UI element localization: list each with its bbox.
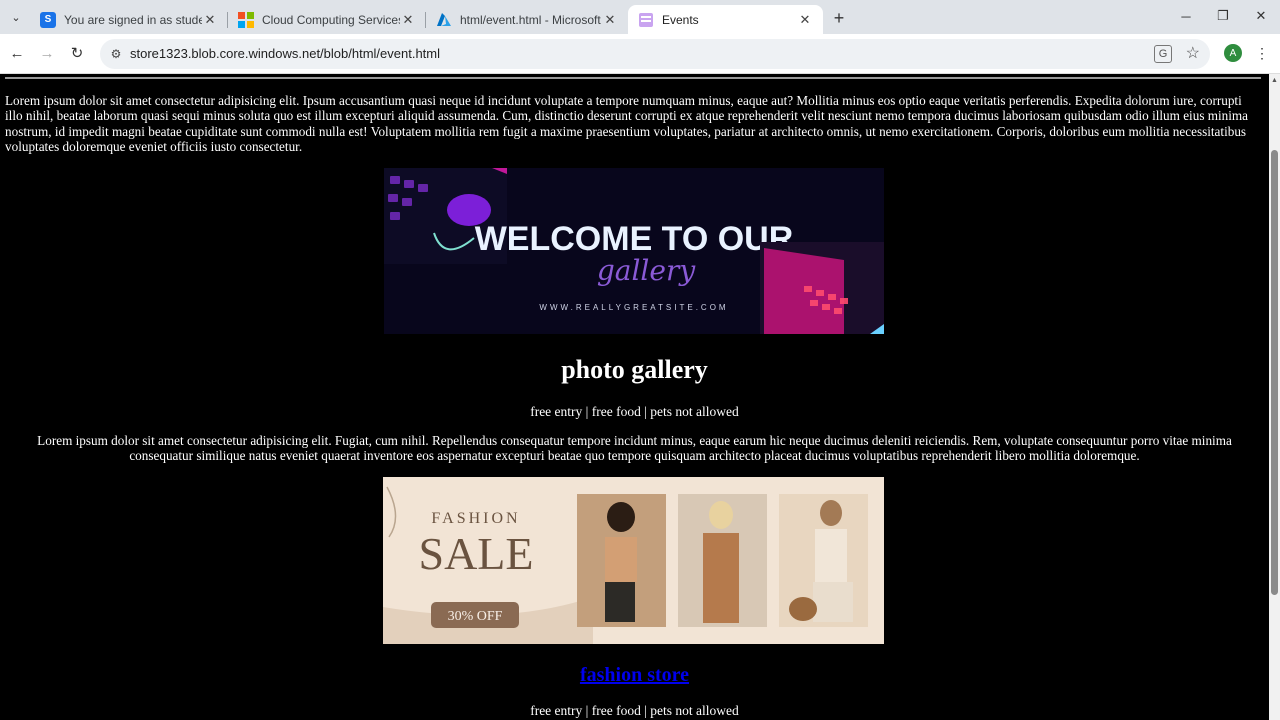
profile-avatar[interactable]: A (1224, 44, 1242, 62)
microsoft-logo-icon (238, 11, 254, 28)
tab-azure-event[interactable]: html/event.html - Microsoft Azi ✕ (426, 5, 628, 34)
menu-kebab-icon[interactable]: ⋮ (1255, 44, 1269, 62)
divider (5, 77, 1261, 79)
forward-icon[interactable]: → (36, 42, 58, 64)
tab-strip: ⌄ S You are signed in as student ✕ Cloud… (0, 0, 1280, 34)
back-icon[interactable]: ← (6, 42, 28, 64)
gallery-paragraph: Lorem ipsum dolor sit amet consectetur a… (37, 433, 1232, 464)
banner-fashion-word: FASHION (431, 510, 520, 527)
fashion-sale-banner-image: FASHION SALE 30% OFF (383, 477, 884, 644)
close-icon[interactable]: ✕ (202, 12, 218, 28)
vertical-scrollbar[interactable]: ▲ (1269, 74, 1280, 720)
bookmark-star-icon[interactable]: ☆ (1186, 43, 1200, 63)
translate-icon[interactable]: G (1154, 45, 1172, 63)
window-close-icon[interactable]: ✕ (1249, 6, 1273, 26)
url-text[interactable]: store1323.blob.core.windows.net/blob/htm… (130, 46, 440, 61)
restore-icon[interactable]: ❐ (1211, 6, 1235, 26)
tab-title: Cloud Computing Services | Mic (262, 12, 400, 27)
address-bar[interactable]: ⚙ store1323.blob.core.windows.net/blob/h… (100, 39, 1210, 69)
banner-script: gallery (597, 254, 696, 287)
gallery-title: photo gallery (561, 355, 708, 384)
close-icon[interactable]: ✕ (797, 12, 813, 28)
page-viewport: Lorem ipsum dolor sit amet consectetur a… (0, 74, 1269, 720)
azure-logo-icon (436, 12, 452, 28)
intro-paragraph: Lorem ipsum dolor sit amet consectetur a… (5, 93, 1249, 155)
tab-search-icon[interactable]: ⌄ (6, 7, 26, 27)
tab-signed-in[interactable]: S You are signed in as student ✕ (30, 5, 228, 34)
scroll-up-arrow-icon[interactable]: ▲ (1271, 76, 1278, 84)
browser-toolbar: ← → ↻ ⚙ store1323.blob.core.windows.net/… (0, 34, 1280, 74)
site-info-icon[interactable]: ⚙ (108, 46, 124, 62)
minimize-icon[interactable]: ─ (1174, 6, 1198, 26)
close-icon[interactable]: ✕ (602, 12, 618, 28)
fashion-store-heading: fashion store (0, 664, 1269, 687)
fashion-info: free entry | free food | pets not allowe… (530, 703, 739, 718)
banner-site: WWW.REALLYGREATSITE.COM (539, 303, 728, 312)
gallery-info: free entry | free food | pets not allowe… (530, 404, 739, 419)
banner-headline: WELCOME TO OUR (475, 220, 794, 258)
new-tab-button[interactable]: + (829, 8, 849, 28)
tab-title: html/event.html - Microsoft Azi (460, 12, 602, 27)
tab-title: Events (662, 12, 699, 27)
fashion-store-link[interactable]: fashion store (580, 664, 689, 686)
banner-sale-word: SALE (419, 528, 534, 579)
close-icon[interactable]: ✕ (400, 12, 416, 28)
tab-events[interactable]: Events ✕ (628, 5, 823, 34)
page-icon (638, 12, 654, 28)
banner-discount-badge: 30% OFF (448, 609, 503, 624)
scrollbar-thumb[interactable] (1271, 150, 1278, 595)
reload-icon[interactable]: ↻ (66, 42, 88, 64)
browser-chrome: ⌄ S You are signed in as student ✕ Cloud… (0, 0, 1280, 74)
s-brand-icon: S (40, 11, 56, 28)
tab-title: You are signed in as student (64, 12, 202, 27)
tab-cloud-computing[interactable]: Cloud Computing Services | Mic ✕ (228, 5, 426, 34)
gallery-banner-image: WELCOME TO OUR gallery WWW.REALLYGREATSI… (384, 168, 884, 334)
